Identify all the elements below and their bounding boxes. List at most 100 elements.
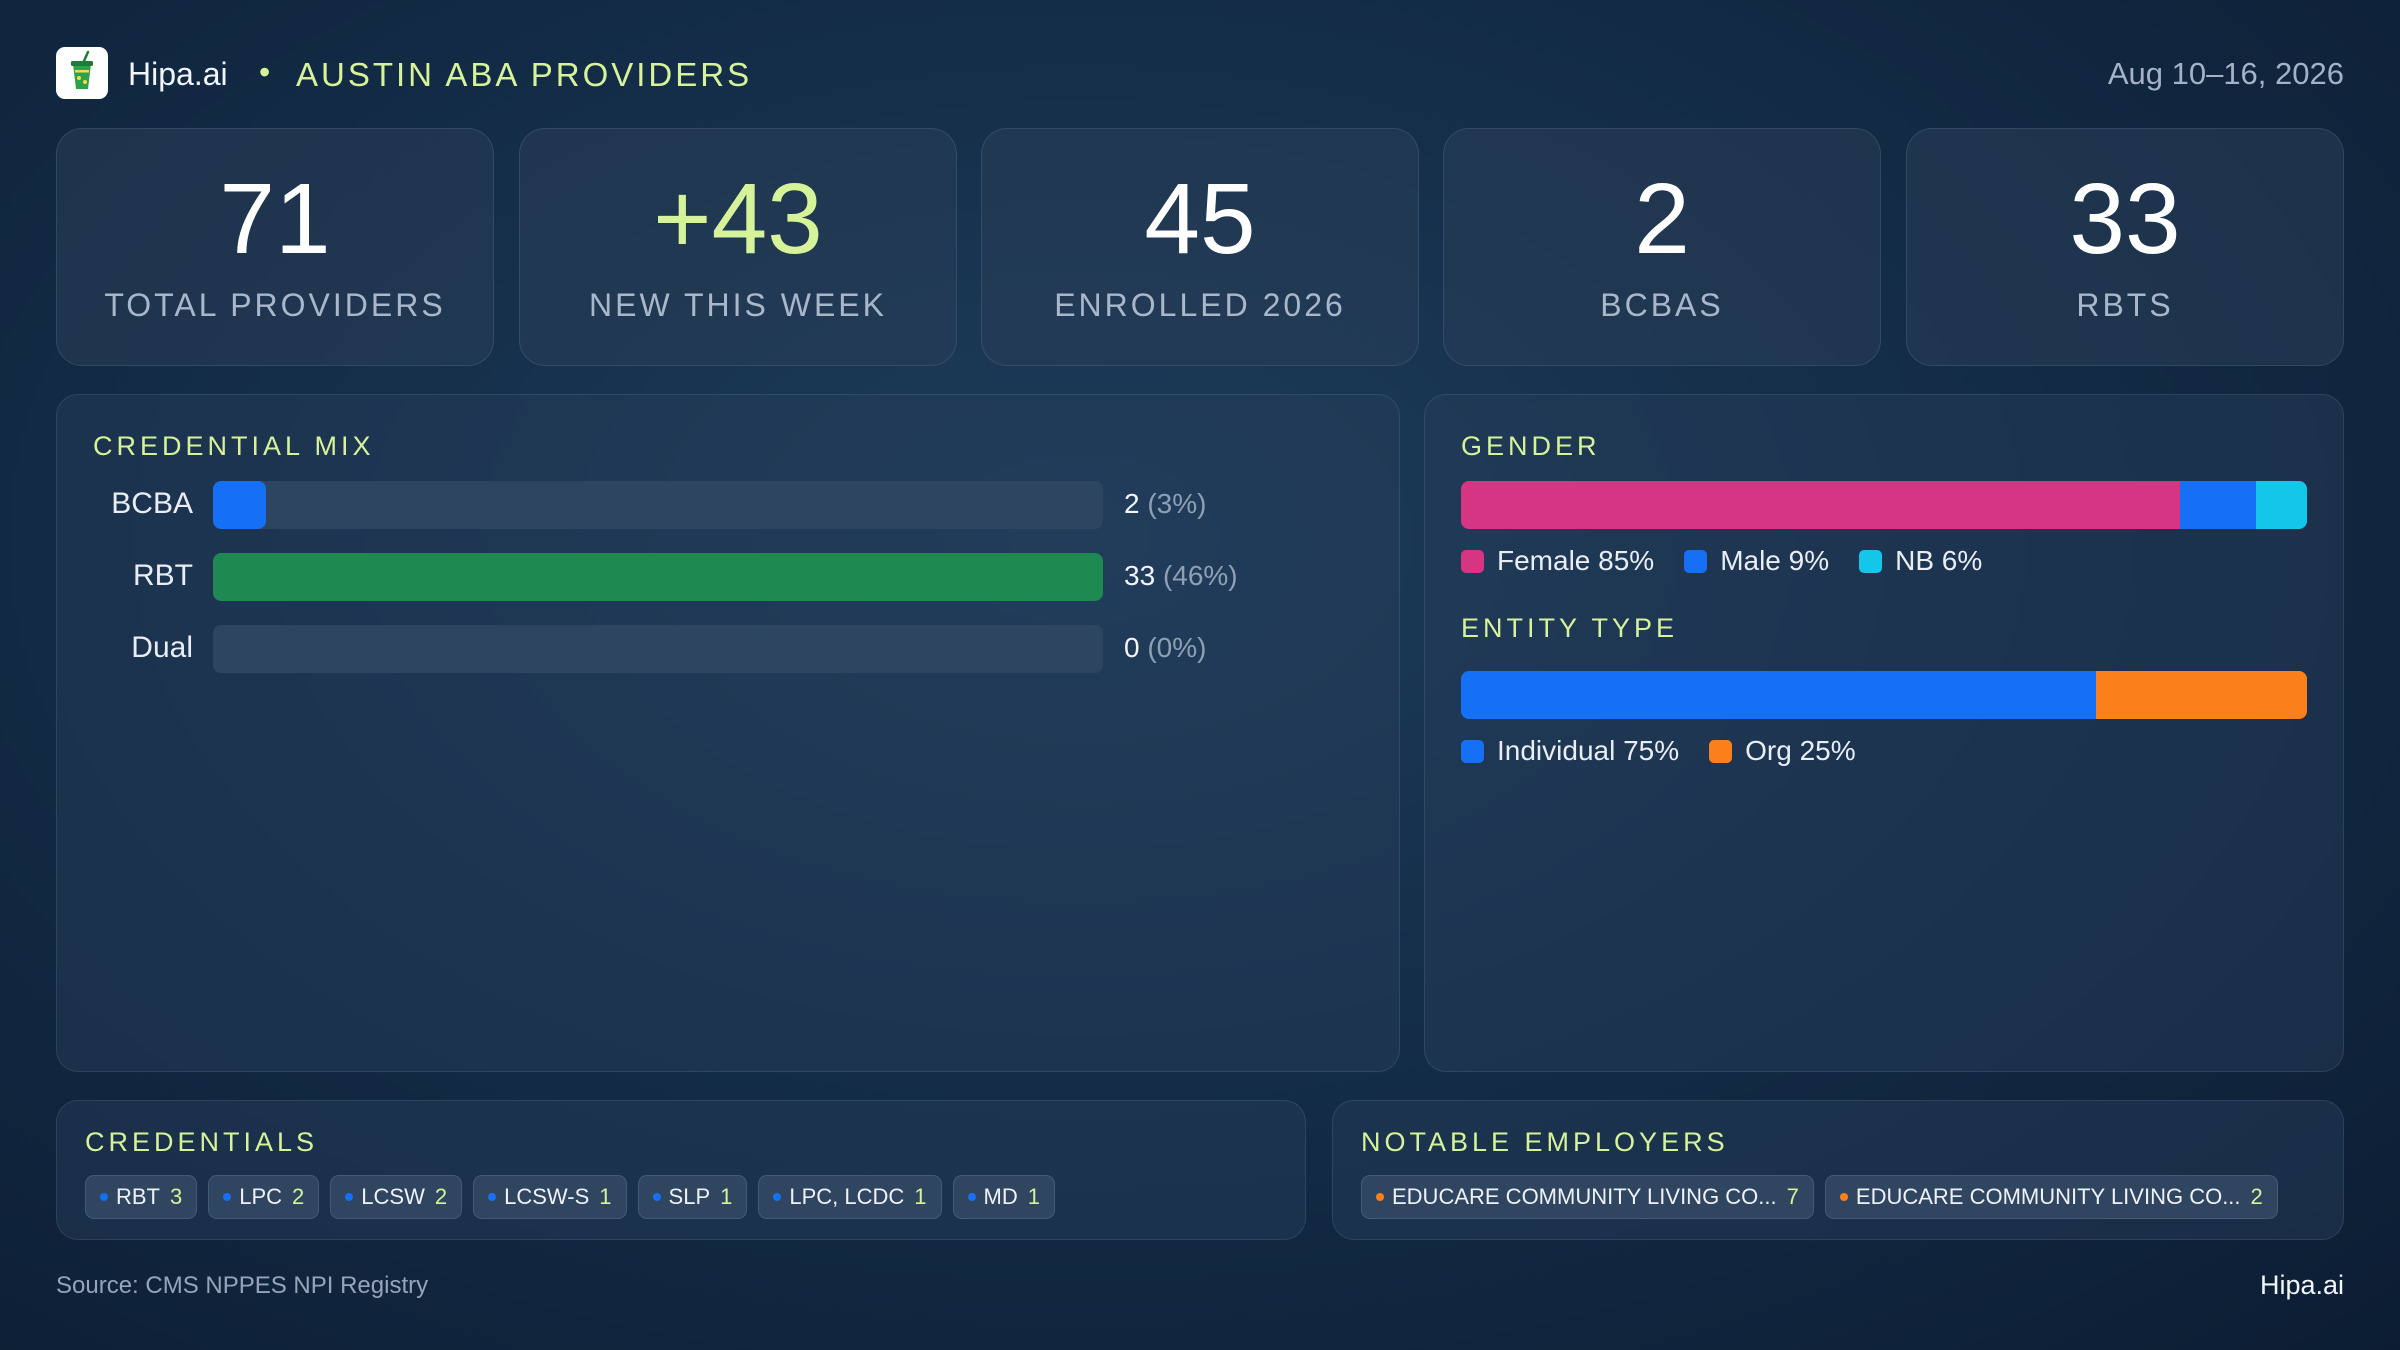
bar-value: 2 (3%): [1124, 488, 1206, 520]
entity-type-stacked-bar: [1461, 671, 2307, 719]
panel-title: ENTITY TYPE: [1461, 613, 1679, 643]
legend-swatch: [1709, 739, 1733, 763]
bar-count: 0: [1124, 632, 1140, 663]
bar-percent: (0%): [1147, 632, 1207, 663]
chip-label: RBT: [116, 1184, 160, 1209]
bar-track: [213, 481, 1103, 529]
legend-label: NB 6%: [1895, 545, 1983, 576]
stack-segment: [1461, 671, 2096, 719]
stat-label: BCBAS: [1600, 287, 1724, 323]
stack-segment: [2180, 481, 2257, 529]
stat-card-total-providers: 71 TOTAL PROVIDERS: [56, 128, 494, 366]
chip-dot: [1839, 1193, 1848, 1201]
chip-count: 2: [292, 1184, 305, 1209]
employer-chip[interactable]: EDUCARE COMMUNITY LIVING CO... 7: [1361, 1175, 1814, 1219]
legend-item: Individual 75%: [1461, 735, 1679, 767]
credential-chip[interactable]: MD 1: [952, 1175, 1056, 1219]
chip-dot: [967, 1193, 976, 1201]
chip-count: 1: [599, 1184, 612, 1209]
stat-card-enrolled-2026: 45 ENROLLED 2026: [981, 128, 1419, 366]
chip-label: LPC: [239, 1184, 283, 1209]
credential-chip[interactable]: LPC 2: [208, 1175, 320, 1219]
drink-cup-icon[interactable]: [56, 47, 108, 99]
credential-mix-panel: CREDENTIAL MIX BCBA 2 (3%) RBT 33 (46%) …: [56, 394, 1400, 1072]
stat-label: TOTAL PROVIDERS: [104, 287, 446, 323]
gender-stacked-bar: [1461, 481, 2307, 529]
bar-percent: (46%): [1162, 560, 1238, 591]
footer-brand[interactable]: Hipa.ai: [2260, 1270, 2344, 1301]
panel-title: NOTABLE EMPLOYERS: [1361, 1127, 1729, 1157]
header: Hipa.ai • AUSTIN ABA PROVIDERS Aug 10–16…: [56, 46, 2344, 100]
stat-card-bcbas: 2 BCBAS: [1443, 128, 1881, 366]
entity-type-legend: Individual 75% Org 25%: [1461, 735, 1886, 767]
chip-count: 7: [1786, 1184, 1799, 1209]
credential-chip-list: RBT 3 LPC 2 LCSW 2 LCSW-S 1 SLP 1 LPC, LCDC 1 MD 1: [85, 1175, 1066, 1219]
credential-chip[interactable]: SLP 1: [637, 1175, 748, 1219]
bar-track: [213, 553, 1103, 601]
bar-fill-rbt: [213, 553, 1103, 601]
stat-label: RBTS: [2076, 287, 2174, 323]
source-note: Source: CMS NPPES NPI Registry: [56, 1272, 429, 1299]
chip-label: SLP: [668, 1184, 711, 1209]
stat-card-rbts: 33 RBTS: [1906, 128, 2344, 366]
chip-dot: [1376, 1193, 1384, 1201]
legend-item: Female 85%: [1461, 545, 1654, 577]
stack-segment: [2256, 481, 2307, 529]
bar-percent: (3%): [1147, 488, 1207, 519]
legend-item: Male 9%: [1684, 545, 1829, 577]
legend-swatch: [1684, 549, 1708, 573]
page-title: AUSTIN ABA PROVIDERS: [296, 56, 753, 93]
title-separator: •: [259, 54, 271, 90]
brand-name[interactable]: Hipa.ai: [128, 56, 228, 93]
stat-card-new-this-week: +43 NEW THIS WEEK: [519, 128, 957, 366]
legend-label: Male 9%: [1720, 545, 1830, 576]
stat-value: 2: [1634, 163, 1690, 275]
chip-label: LPC, LCDC: [789, 1184, 905, 1209]
stat-value: +43: [653, 163, 823, 275]
bar-label: Dual: [131, 631, 193, 664]
date-range: Aug 10–16, 2026: [2107, 56, 2344, 91]
stat-value: 71: [219, 163, 331, 275]
stat-label: ENROLLED 2026: [1054, 287, 1346, 323]
chip-count: 2: [434, 1184, 448, 1209]
legend-label: Female 85%: [1497, 545, 1655, 576]
chip-label: LCSW: [361, 1184, 425, 1209]
credential-chip[interactable]: RBT 3: [85, 1175, 198, 1219]
chip-dot: [773, 1193, 782, 1201]
panel-title: GENDER: [1461, 431, 1601, 461]
bar-label: BCBA: [111, 487, 193, 520]
credential-chip[interactable]: LPC, LCDC 1: [758, 1175, 942, 1219]
bar-fill-bcba: [213, 481, 267, 529]
chip-dot: [100, 1193, 108, 1201]
panel-title: CREDENTIAL MIX: [93, 431, 375, 461]
employers-panel: NOTABLE EMPLOYERS EDUCARE COMMUNITY LIVI…: [1332, 1100, 2344, 1240]
stack-segment: [2095, 671, 2307, 719]
chip-count: 1: [914, 1184, 927, 1209]
stat-value: 33: [2069, 163, 2181, 275]
panel-title: CREDENTIALS: [85, 1127, 319, 1157]
bar-value: 0 (0%): [1124, 632, 1206, 664]
chip-label: LCSW-S: [504, 1184, 590, 1209]
chip-dot: [345, 1193, 354, 1201]
employer-chip-list: EDUCARE COMMUNITY LIVING CO... 7 EDUCARE C…: [1361, 1175, 2289, 1219]
chip-count: 3: [170, 1184, 183, 1209]
employer-chip[interactable]: EDUCARE COMMUNITY LIVING CO... 2: [1824, 1175, 2278, 1219]
legend-label: Org 25%: [1745, 735, 1856, 766]
chip-count: 1: [1027, 1184, 1041, 1209]
chip-dot: [488, 1193, 497, 1201]
bar-count: 33: [1124, 560, 1156, 591]
credential-chip[interactable]: LCSW 2: [330, 1175, 463, 1219]
chip-label: EDUCARE COMMUNITY LIVING CO...: [1392, 1184, 1777, 1209]
legend-swatch: [1859, 549, 1883, 573]
credential-chip[interactable]: LCSW-S 1: [473, 1175, 627, 1219]
legend-item: NB 6%: [1859, 545, 1982, 577]
chip-count: 2: [2250, 1184, 2263, 1209]
stat-label: NEW THIS WEEK: [589, 287, 887, 323]
bar-label: RBT: [133, 559, 193, 592]
legend-swatch: [1461, 739, 1484, 763]
chip-dot: [223, 1193, 232, 1201]
legend-swatch: [1461, 549, 1484, 573]
gender-legend: Female 85% Male 9% NB 6%: [1461, 545, 2012, 577]
chip-label: MD: [983, 1184, 1018, 1209]
legend-label: Individual 75%: [1497, 735, 1680, 766]
